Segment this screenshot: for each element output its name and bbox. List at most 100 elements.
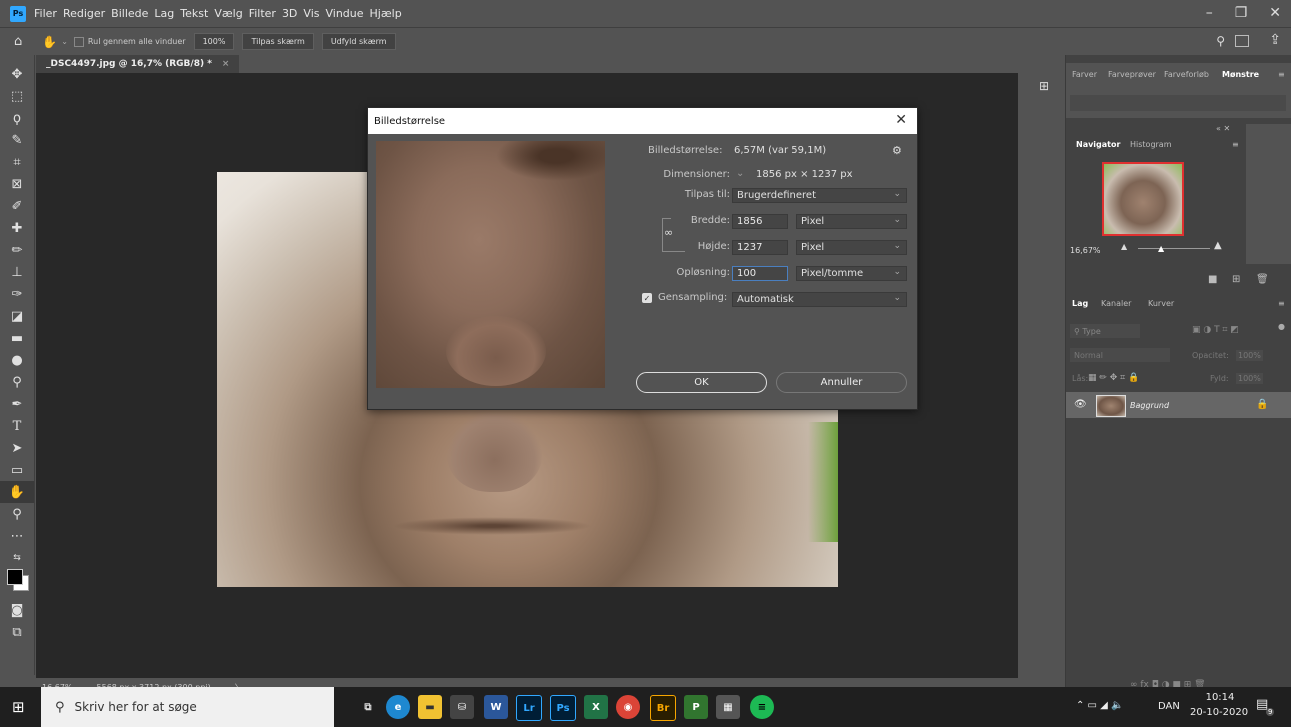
taskbar-search-box[interactable]: ⚲ Skriv her for at søge xyxy=(41,687,334,727)
layer-filter-select[interactable]: ⚲ Type xyxy=(1070,324,1140,338)
menu-vis[interactable]: Vis xyxy=(303,7,319,20)
move-tool-icon[interactable]: ✥ xyxy=(0,63,34,85)
lock-icons[interactable]: ▦ ✏ ✥ ⌗ 🔒 xyxy=(1088,373,1139,383)
menu-tekst[interactable]: Tekst xyxy=(180,7,208,20)
dodge-tool-icon[interactable]: ⚲ xyxy=(0,371,34,393)
tab-farveprover[interactable]: Farveprøver xyxy=(1108,70,1156,79)
opacity-input[interactable]: 100% xyxy=(1236,350,1263,361)
task-view-icon[interactable]: ⧉ xyxy=(356,695,380,719)
menu-vaelg[interactable]: Vælg xyxy=(214,7,242,20)
ok-button[interactable]: OK xyxy=(636,372,767,393)
file-explorer-icon[interactable]: ▬ xyxy=(418,695,442,719)
tray-icons[interactable]: ⌃ ▭ ◢ 🔈 xyxy=(1076,700,1124,711)
fill-screen-button[interactable]: Udfyld skærm xyxy=(321,33,396,50)
hand-tool-icon[interactable]: ✋ xyxy=(42,35,57,49)
eraser-tool-icon[interactable]: ◪ xyxy=(0,305,34,327)
swap-colors-icon[interactable]: ⇆ xyxy=(0,547,34,569)
panel-menu-icon[interactable]: ≡ xyxy=(1278,70,1285,79)
bridge-icon[interactable]: Br xyxy=(650,695,676,721)
photoshop-icon[interactable]: Ps xyxy=(550,695,576,721)
history-brush-tool-icon[interactable]: ✑ xyxy=(0,283,34,305)
width-input[interactable]: 1856 xyxy=(732,214,788,229)
navigator-thumbnail[interactable] xyxy=(1102,162,1184,236)
zoom-tool-icon[interactable]: ⚲ xyxy=(0,503,34,525)
filter-toggle-icon[interactable]: ● xyxy=(1278,322,1285,331)
checkbox-box[interactable] xyxy=(73,36,84,47)
properties-panel-icon[interactable]: ⊞ xyxy=(1039,79,1049,93)
language-indicator[interactable]: DAN xyxy=(1158,701,1180,712)
zoom-slider-thumb[interactable]: ▲ xyxy=(1158,244,1164,253)
eyedropper-tool-icon[interactable]: ✐ xyxy=(0,195,34,217)
tab-lag[interactable]: Lag xyxy=(1072,299,1088,308)
windows-start-icon[interactable]: ⊞ xyxy=(12,698,25,716)
frame-tool-icon[interactable]: ⊠ xyxy=(0,173,34,195)
filter-icons[interactable]: ▣ ◑ T ⌗ ◩ xyxy=(1192,325,1239,335)
healing-brush-tool-icon[interactable]: ✚ xyxy=(0,217,34,239)
document-tab[interactable]: _DSC4497.jpg @ 16,7% (RGB/8) * × xyxy=(36,55,240,73)
restore-icon[interactable]: ❐ xyxy=(1235,5,1248,21)
zoom-100-button[interactable]: 100% xyxy=(193,33,235,50)
resample-checkbox[interactable]: ✓ xyxy=(642,293,652,303)
screen-mode-icon[interactable]: ⧉ xyxy=(0,621,34,643)
photoshop-logo-icon[interactable]: Ps xyxy=(10,5,26,22)
edge-icon[interactable]: e xyxy=(386,695,410,719)
layer-row-baggrund[interactable]: 👁 Baggrund 🔒 xyxy=(1066,392,1291,418)
tab-histogram[interactable]: Histogram xyxy=(1130,140,1172,149)
fit-to-select[interactable]: Brugerdefineret ⌄ xyxy=(732,188,907,203)
menu-lag[interactable]: Lag xyxy=(154,7,174,20)
foreground-color-swatch[interactable] xyxy=(7,569,23,585)
excel-icon[interactable]: X xyxy=(584,695,608,719)
blur-tool-icon[interactable]: ● xyxy=(0,349,34,371)
fill-input[interactable]: 100% xyxy=(1236,373,1263,384)
brush-tool-icon[interactable]: ✏ xyxy=(0,239,34,261)
tab-farveforlob[interactable]: Farveforløb xyxy=(1164,70,1209,79)
close-icon[interactable]: ✕ xyxy=(895,112,907,128)
minimize-icon[interactable]: – xyxy=(1206,5,1213,21)
height-input[interactable]: 1237 xyxy=(732,240,788,255)
home-icon[interactable]: ⌂ xyxy=(14,34,22,49)
workspace-icon[interactable] xyxy=(1235,35,1249,47)
search-icon[interactable]: ⚲ xyxy=(1216,34,1225,48)
type-tool-icon[interactable]: T xyxy=(0,415,34,437)
chrome-icon[interactable]: ◉ xyxy=(616,695,640,719)
hand-tool-icon[interactable]: ✋ xyxy=(0,481,34,503)
link-icon[interactable]: ∞ xyxy=(664,226,673,239)
gear-icon[interactable]: ⚙ xyxy=(892,144,902,157)
lightroom-icon[interactable]: Lr xyxy=(516,695,542,721)
menu-billede[interactable]: Billede xyxy=(111,7,148,20)
new-icon[interactable]: ⊞ xyxy=(1232,274,1240,285)
quick-select-tool-icon[interactable]: ✎ xyxy=(0,129,34,151)
clock-date[interactable]: 20-10-2020 xyxy=(1190,707,1248,718)
zoom-out-icon[interactable]: ▲ xyxy=(1121,242,1127,251)
resolution-unit-select[interactable]: Pixel/tomme ⌄ xyxy=(796,266,907,281)
cancel-button[interactable]: Annuller xyxy=(776,372,907,393)
word-icon[interactable]: W xyxy=(484,695,508,719)
calculator-icon[interactable]: ▦ xyxy=(716,695,740,719)
store-icon[interactable]: ⛁ xyxy=(450,695,474,719)
tab-kurver[interactable]: Kurver xyxy=(1148,299,1174,308)
menu-hjaelp[interactable]: Hjælp xyxy=(370,7,402,20)
visibility-eye-icon[interactable]: 👁 xyxy=(1074,399,1087,410)
share-icon[interactable]: ⇪ xyxy=(1269,32,1281,48)
blend-mode-select[interactable]: Normal xyxy=(1070,348,1170,362)
height-unit-select[interactable]: Pixel ⌄ xyxy=(796,240,907,255)
panel-menu-icon[interactable]: ≡ xyxy=(1232,140,1239,149)
layer-name[interactable]: Baggrund xyxy=(1130,401,1169,410)
tab-farver[interactable]: Farver xyxy=(1072,70,1097,79)
menu-3d[interactable]: 3D xyxy=(282,7,297,20)
preview-image[interactable] xyxy=(376,141,605,388)
crop-tool-icon[interactable]: ⌗ xyxy=(0,151,34,173)
collapse-icon[interactable]: « ✕ xyxy=(1216,124,1230,133)
close-window-icon[interactable]: ✕ xyxy=(1269,5,1281,21)
menu-rediger[interactable]: Rediger xyxy=(63,7,105,20)
quick-mask-icon[interactable]: ◙ xyxy=(0,599,34,621)
path-select-tool-icon[interactable]: ➤ xyxy=(0,437,34,459)
chevron-down-icon[interactable]: ⌄ xyxy=(61,37,68,46)
gradient-tool-icon[interactable]: ▬ xyxy=(0,327,34,349)
shape-tool-icon[interactable]: ▭ xyxy=(0,459,34,481)
zoom-slider-track[interactable] xyxy=(1138,248,1210,249)
color-swatches[interactable] xyxy=(0,569,34,599)
menu-filter[interactable]: Filter xyxy=(249,7,276,20)
close-tab-icon[interactable]: × xyxy=(222,59,230,69)
fit-screen-button[interactable]: Tilpas skærm xyxy=(242,33,314,50)
